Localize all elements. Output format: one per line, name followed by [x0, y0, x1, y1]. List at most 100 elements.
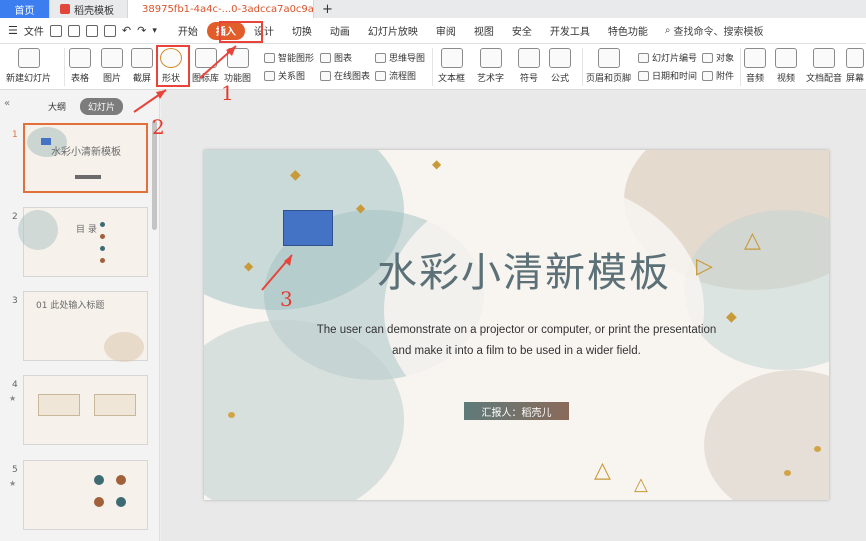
quick-access: ☰ 文件 ↶ ↷ ▾ — [0, 23, 157, 38]
mindmap-button[interactable]: 思维导图 — [375, 51, 425, 64]
animation-star-icon: ★ — [9, 479, 17, 488]
wordart-label: 艺术字 — [477, 74, 505, 84]
chart-button[interactable]: 图表 — [320, 51, 352, 64]
menu-transition[interactable]: 切换 — [283, 22, 321, 40]
online-chart-icon — [320, 70, 331, 81]
new-slide-icon — [17, 48, 40, 68]
slide-number-label: 幻灯片编号 — [652, 54, 698, 64]
bullet-dot — [100, 222, 105, 227]
icon-library-label: 图标库 — [192, 74, 220, 84]
slide-thumbnail-4[interactable] — [23, 375, 148, 445]
save-icon[interactable] — [49, 24, 62, 37]
online-chart-button[interactable]: 在线图表 — [320, 69, 370, 82]
search-icon: ⌕ — [664, 25, 671, 36]
screen-button[interactable]: 屏幕 — [846, 48, 864, 84]
gold-dot-decoration — [814, 446, 821, 452]
slide-subtitle-line1[interactable]: The user can demonstrate on a projector … — [264, 324, 769, 336]
thumb-number: 3 — [12, 296, 18, 306]
undo-icon[interactable]: ↶ — [122, 24, 131, 37]
slide-thumbnail-1[interactable]: 水彩小清新模板 — [23, 123, 148, 193]
slide-title[interactable]: 水彩小清新模板 — [334, 240, 714, 298]
relation-chart-button[interactable]: 关系图 — [264, 69, 305, 82]
flowchart-button[interactable]: 流程图 — [375, 69, 416, 82]
icon-library-button[interactable]: 图标库 — [192, 48, 219, 84]
export-icon[interactable] — [67, 24, 80, 37]
formula-label: 公式 — [550, 74, 569, 84]
menu-review[interactable]: 审阅 — [427, 22, 465, 40]
header-footer-label: 页眉和页脚 — [586, 74, 632, 84]
circle-icon — [94, 497, 104, 507]
tab-home[interactable]: 首页 — [0, 0, 50, 18]
slide-thumbnail-3[interactable]: 01 此处输入标题 — [23, 291, 148, 362]
circle-icon — [94, 475, 104, 485]
menu-home[interactable]: 开始 — [169, 22, 207, 40]
datetime-button[interactable]: 日期和时间 — [638, 69, 697, 82]
menu-features[interactable]: 特色功能 — [599, 22, 657, 40]
function-chart-button[interactable]: 功能图 — [224, 48, 251, 84]
gold-triangle-decoration: △ — [594, 458, 611, 483]
menu-animation[interactable]: 动画 — [321, 22, 359, 40]
symbol-button[interactable]: 符号 — [518, 48, 540, 84]
slide-thumbnail-5[interactable] — [23, 460, 148, 530]
formula-button[interactable]: 公式 — [549, 48, 571, 84]
narration-button[interactable]: 文档配音 — [806, 48, 842, 84]
slide-center-wash — [384, 180, 704, 440]
slide-subtitle-line2[interactable]: and make it into a film to be used in a … — [264, 345, 769, 357]
menu-bar: ☰ 文件 ↶ ↷ ▾ 开始 插入 设计 切换 动画 幻灯片放映 审阅 视图 安全… — [0, 18, 866, 44]
textbox-label: 文本框 — [438, 74, 466, 84]
divider — [64, 48, 65, 86]
new-tab-button[interactable]: + — [314, 0, 341, 18]
inserted-rectangle-shape[interactable] — [283, 210, 333, 246]
menu-view[interactable]: 视图 — [465, 22, 503, 40]
wordart-button[interactable]: 艺术字 — [477, 48, 504, 84]
table-label: 表格 — [70, 74, 89, 84]
circle-icon — [116, 475, 126, 485]
thumb-reporter-bar — [75, 175, 101, 179]
bullet-dot — [100, 246, 105, 251]
menu-developer[interactable]: 开发工具 — [541, 22, 599, 40]
screenshot-button[interactable]: 截屏 — [131, 48, 153, 84]
attachment-button[interactable]: 附件 — [702, 69, 734, 82]
file-menu[interactable]: 文件 — [24, 23, 44, 38]
bullet-dot — [100, 234, 105, 239]
relation-chart-label: 关系图 — [278, 72, 306, 82]
tab-docer-templates[interactable]: 稻壳模板 — [50, 0, 128, 18]
header-footer-button[interactable]: 页眉和页脚 — [586, 48, 631, 84]
current-slide[interactable]: ◆ ◆ ◆ △ ▷ ◆ △ △ ◆ 水彩小清新模板 The user can d… — [204, 150, 829, 500]
annotation-box-insert — [219, 21, 263, 43]
tab-document-label: 38975fb1-4a4c-...0-3adcca7a0c9a — [142, 3, 314, 15]
chart-icon — [320, 52, 331, 63]
print-icon[interactable] — [85, 24, 98, 37]
symbol-label: 符号 — [519, 74, 538, 84]
mindmap-icon — [375, 52, 386, 63]
menu-security[interactable]: 安全 — [503, 22, 541, 40]
gold-flake-decoration: ◆ — [356, 201, 366, 215]
smartart-button[interactable]: 智能图形 — [264, 51, 314, 64]
preview-icon[interactable] — [103, 24, 116, 37]
audio-button[interactable]: 音频 — [744, 48, 766, 84]
divider — [432, 48, 433, 86]
tab-slides[interactable]: 幻灯片 — [80, 98, 124, 115]
video-label: 视频 — [776, 74, 795, 84]
online-chart-label: 在线图表 — [334, 72, 371, 82]
thumb-number: 1 — [12, 130, 18, 140]
table-button[interactable]: 表格 — [69, 48, 91, 84]
slide-thumbnail-2[interactable]: 目 录 — [18, 207, 148, 277]
tab-outline[interactable]: 大纲 — [40, 98, 74, 115]
redo-icon[interactable]: ↷ — [137, 24, 146, 37]
more-icon[interactable]: ▾ — [152, 26, 157, 36]
reporter-label[interactable]: 汇报人：稻壳儿 — [464, 402, 569, 420]
thumb-title: 目 录 — [76, 225, 97, 235]
hamburger-icon[interactable]: ☰ — [8, 24, 18, 37]
new-slide-button[interactable]: 新建幻灯片 — [6, 48, 51, 84]
textbox-button[interactable]: 文本框 — [438, 48, 465, 84]
video-button[interactable]: 视频 — [775, 48, 797, 84]
command-search[interactable]: ⌕ 查找命令、搜索模板 — [657, 23, 764, 38]
picture-button[interactable]: 图片 — [101, 48, 123, 84]
menu-slideshow[interactable]: 幻灯片放映 — [359, 22, 427, 40]
datetime-label: 日期和时间 — [652, 72, 698, 82]
slide-number-button[interactable]: 幻灯片编号 — [638, 51, 697, 64]
object-button[interactable]: 对象 — [702, 51, 734, 64]
tab-document[interactable]: 38975fb1-4a4c-...0-3adcca7a0c9a — [128, 0, 314, 18]
collapse-pane-icon[interactable]: « — [4, 98, 10, 109]
